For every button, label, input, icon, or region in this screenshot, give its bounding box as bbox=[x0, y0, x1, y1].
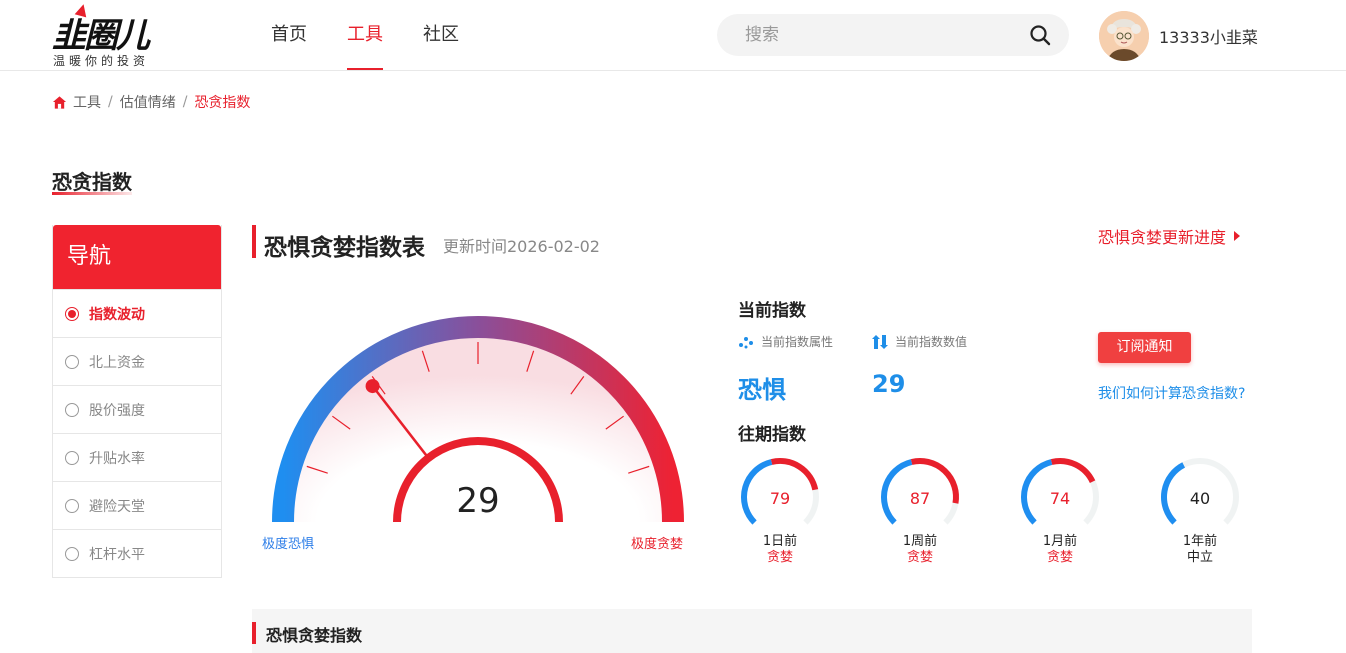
radio-icon bbox=[65, 354, 79, 369]
main-nav: 首页 工具 社区 bbox=[271, 0, 459, 70]
scatter-dots-icon bbox=[739, 336, 753, 348]
history-ring-greed-segment bbox=[770, 458, 819, 491]
avatar-illustration-icon bbox=[1099, 11, 1149, 61]
current-value-label-text: 当前指数数值 bbox=[895, 335, 968, 349]
sidebar-item-label: 杠杆水平 bbox=[89, 546, 145, 563]
current-index-title: 当前指数 bbox=[738, 301, 806, 321]
history-value: 74 bbox=[1049, 489, 1071, 508]
history-title: 往期指数 bbox=[738, 425, 806, 445]
update-time: 更新时间2026-02-02 bbox=[443, 237, 600, 256]
radio-icon bbox=[65, 498, 79, 513]
breadcrumb-current: 恐贪指数 bbox=[194, 95, 251, 111]
gauge-value: 29 bbox=[456, 481, 499, 521]
current-attr-value: 恐惧 bbox=[738, 376, 786, 404]
sidebar-item-label: 北上资金 bbox=[89, 354, 145, 371]
search-box bbox=[717, 14, 1069, 56]
breadcrumb-separator: / bbox=[182, 94, 188, 110]
radio-selected-icon bbox=[65, 306, 79, 321]
sidebar-item-label: 指数波动 bbox=[89, 306, 145, 323]
search-input[interactable] bbox=[745, 14, 1015, 56]
radio-icon bbox=[65, 450, 79, 465]
history-value: 87 bbox=[909, 489, 931, 508]
history-item: 79 1日前 贪婪 bbox=[738, 455, 830, 565]
home-icon[interactable] bbox=[52, 95, 67, 110]
how-calculate-link[interactable]: 我们如何计算恐贪指数? bbox=[1098, 383, 1245, 403]
sidebar-item-premium-rate[interactable]: 升贴水率 bbox=[53, 433, 221, 481]
gauge-needle-tip bbox=[365, 379, 380, 394]
history-value: 40 bbox=[1189, 489, 1211, 508]
update-progress-link[interactable]: 恐惧贪婪更新进度 bbox=[1098, 224, 1241, 248]
subscribe-button[interactable]: 订阅通知 bbox=[1098, 332, 1191, 363]
caret-right-icon bbox=[1234, 231, 1241, 241]
sidebar-item-northbound-funds[interactable]: 北上资金 bbox=[53, 337, 221, 385]
current-attr-label-text: 当前指数属性 bbox=[761, 335, 834, 349]
current-index-value: 29 bbox=[872, 370, 906, 398]
history-item: 74 1月前 贪婪 bbox=[1018, 455, 1110, 565]
page-title: 恐贪指数 bbox=[52, 170, 132, 194]
breadcrumb-tools[interactable]: 工具 bbox=[73, 92, 101, 112]
sidebar-nav: 导航 指数波动 北上资金 股价强度 升贴水率 避险天堂 杠杆水平 bbox=[52, 225, 222, 578]
top-navigation-bar: 韭圈儿 温暖你的投资 首页 工具 社区 13333小韭菜 bbox=[0, 0, 1346, 71]
nav-item-community[interactable]: 社区 bbox=[423, 0, 459, 70]
section-accent-bar bbox=[252, 225, 256, 258]
next-section-title: 恐惧贪婪指数 bbox=[266, 626, 363, 645]
gauge-label-extreme-fear: 极度恐惧 bbox=[262, 537, 315, 552]
sidebar-title: 导航 bbox=[53, 225, 221, 289]
history-item: 40 1年前 中立 bbox=[1158, 455, 1250, 565]
avatar[interactable] bbox=[1099, 11, 1149, 61]
nav-item-home[interactable]: 首页 bbox=[271, 0, 307, 70]
breadcrumb-valuation[interactable]: 估值情绪 bbox=[120, 92, 176, 112]
sidebar-item-label: 避险天堂 bbox=[89, 498, 145, 515]
nav-item-tools[interactable]: 工具 bbox=[347, 0, 383, 70]
breadcrumb: 工具 / 估值情绪 / 恐贪指数 bbox=[52, 92, 250, 112]
history-state: 贪婪 bbox=[906, 550, 933, 565]
sidebar-item-index-volatility[interactable]: 指数波动 bbox=[53, 289, 221, 337]
search-icon[interactable] bbox=[1029, 24, 1051, 46]
current-value-label: 当前指数数值 bbox=[872, 333, 967, 350]
section-accent-bar bbox=[252, 622, 256, 644]
history-state: 贪婪 bbox=[766, 550, 793, 565]
sort-arrows-icon bbox=[872, 334, 888, 349]
sidebar-item-label: 股价强度 bbox=[89, 402, 145, 419]
history-ring-greed-segment bbox=[1050, 458, 1096, 484]
sidebar-item-leverage-level[interactable]: 杠杆水平 bbox=[53, 529, 221, 577]
sidebar-item-price-strength[interactable]: 股价强度 bbox=[53, 385, 221, 433]
sidebar-item-label: 升贴水率 bbox=[89, 450, 145, 467]
radio-icon bbox=[65, 402, 79, 417]
current-attr-label: 当前指数属性 bbox=[738, 333, 833, 350]
fear-greed-gauge: 29 bbox=[272, 316, 684, 523]
gauge-label-extreme-greed: 极度贪婪 bbox=[631, 537, 684, 552]
section-title: 恐惧贪婪指数表 bbox=[264, 235, 425, 261]
radio-icon bbox=[65, 546, 79, 561]
logo-text: 韭圈儿 bbox=[52, 16, 150, 56]
history-value: 79 bbox=[769, 489, 791, 508]
username[interactable]: 13333小韭菜 bbox=[1159, 24, 1258, 48]
page-title-underline bbox=[52, 192, 132, 195]
history-state: 贪婪 bbox=[1046, 550, 1073, 565]
logo-slogan: 温暖你的投资 bbox=[53, 54, 150, 68]
update-progress-label: 恐惧贪婪更新进度 bbox=[1098, 228, 1227, 247]
site-logo[interactable]: 韭圈儿 温暖你的投资 bbox=[52, 2, 172, 68]
breadcrumb-separator: / bbox=[108, 94, 113, 110]
next-section-panel: 恐惧贪婪指数 bbox=[252, 609, 1252, 653]
sidebar-item-safe-haven[interactable]: 避险天堂 bbox=[53, 481, 221, 529]
history-item: 87 1周前 贪婪 bbox=[878, 455, 970, 565]
history-state: 中立 bbox=[1186, 550, 1213, 565]
